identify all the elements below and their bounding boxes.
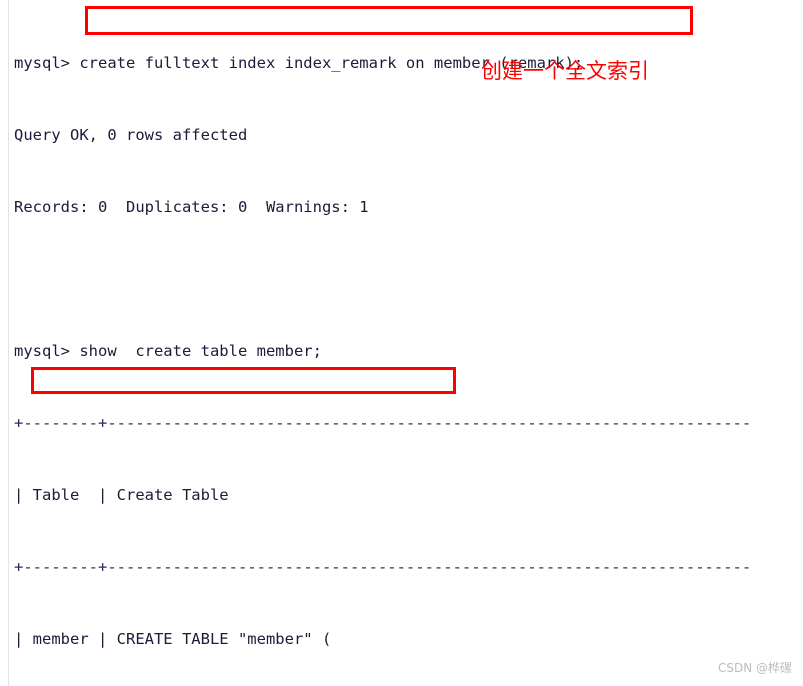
terminal-window: mysql> create fulltext index index_remar… bbox=[0, 0, 803, 686]
terminal-line: Records: 0 Duplicates: 0 Warnings: 1 bbox=[14, 198, 369, 216]
terminal-line: mysql> show create table member; bbox=[14, 342, 322, 360]
table-header-row: | Table | Create Table bbox=[14, 486, 229, 504]
terminal-line: mysql> create fulltext index index_remar… bbox=[14, 54, 584, 72]
watermark: CSDN @桦磥 bbox=[718, 661, 793, 675]
annotation-note: 创建一个全文索引 bbox=[481, 59, 649, 83]
table-separator: +--------+------------------------------… bbox=[14, 558, 752, 576]
terminal-output[interactable]: mysql> create fulltext index index_remar… bbox=[14, 3, 803, 686]
left-gutter-divider bbox=[8, 0, 9, 686]
terminal-line: Query OK, 0 rows affected bbox=[14, 126, 248, 144]
table-data-row: | member | CREATE TABLE "member" ( bbox=[14, 630, 332, 648]
table-separator: +--------+------------------------------… bbox=[14, 414, 752, 432]
